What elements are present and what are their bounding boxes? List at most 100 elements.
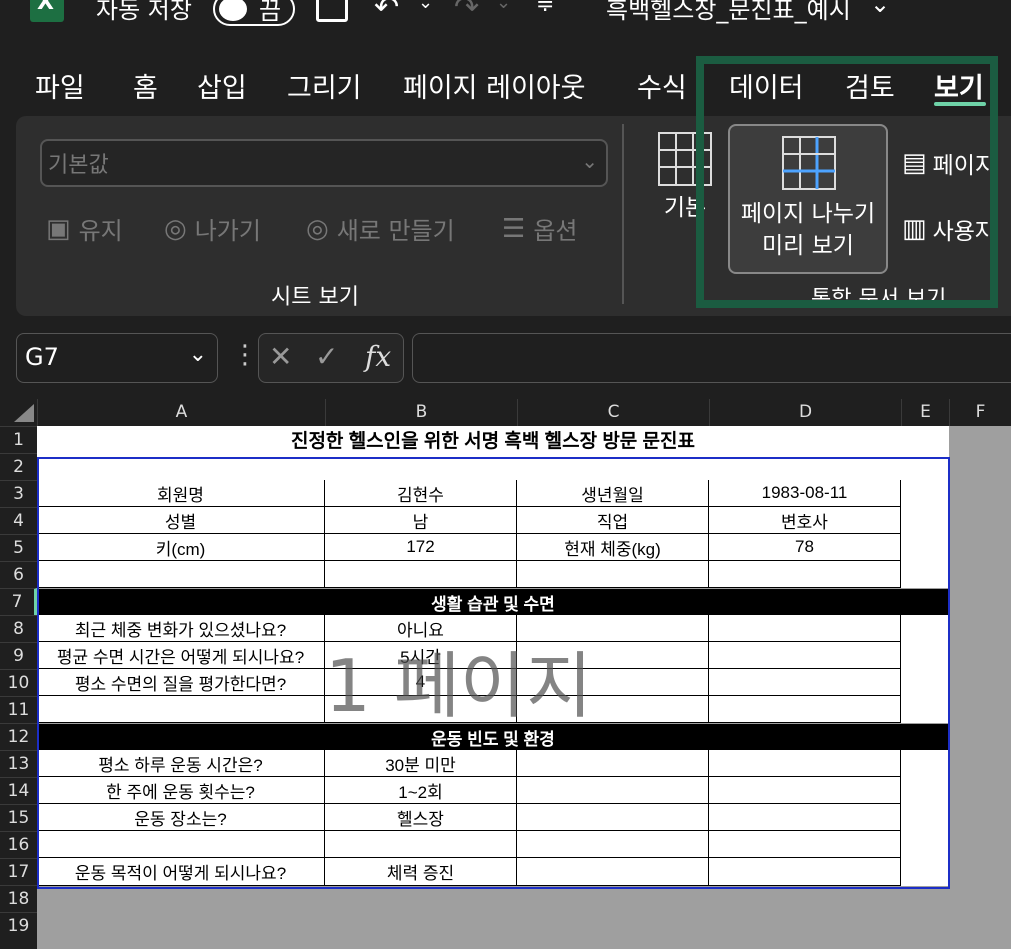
file-name[interactable]: 흑백헬스장_문진표_예시 [606,0,851,25]
cell-d6[interactable] [709,561,901,588]
cell-e16[interactable] [901,831,949,858]
row-header[interactable]: 4 [0,507,37,534]
cell-c3[interactable]: 생년월일 [517,480,709,507]
cell-e3[interactable] [901,480,949,507]
cell-e13[interactable] [901,750,949,777]
cell-e9[interactable] [901,642,949,669]
cell-c15[interactable] [517,804,709,831]
cell-a14[interactable]: 한 주에 운동 횟수는? [37,777,325,804]
row-header[interactable]: 17 [0,858,37,885]
row-header[interactable]: 8 [0,615,37,642]
cancel-icon[interactable]: ✕ [269,340,292,373]
confirm-icon[interactable]: ✓ [315,340,338,373]
cell-e4[interactable] [901,507,949,534]
cell-d4[interactable]: 변호사 [709,507,901,534]
save-icon[interactable] [316,0,348,22]
cell-e10[interactable] [901,669,949,696]
sheet-title[interactable]: 진정한 헬스인을 위한 서명 흑백 헬스장 방문 문진표 [37,426,949,453]
cell-b8[interactable]: 아니요 [325,615,517,642]
cell-a10[interactable]: 평소 수면의 질을 평가한다면? [37,669,325,696]
cell-a4[interactable]: 성별 [37,507,325,534]
cell-c17[interactable] [517,858,709,886]
row-header[interactable]: 12 [0,723,37,750]
column-header-d[interactable]: D [709,399,901,426]
cell-b10[interactable]: 4 [325,669,517,696]
row-header[interactable]: 13 [0,750,37,777]
cell-a5[interactable]: 키(cm) [37,534,325,561]
cell-c16[interactable] [517,831,709,858]
cell-e11[interactable] [901,696,949,723]
tab-home[interactable]: 홈 [133,66,158,105]
row-header[interactable]: 6 [0,561,37,588]
function-icon[interactable]: fx [365,340,391,373]
excel-logo-icon[interactable]: X [30,0,64,22]
name-box[interactable]: G7 ⌄ [16,333,218,383]
column-header-f[interactable]: F [949,399,1011,426]
tab-page-layout[interactable]: 페이지 레이아웃 [403,66,585,105]
cell-c5[interactable]: 현재 체중(kg) [517,534,709,561]
cell-e15[interactable] [901,804,949,831]
cell-b3[interactable]: 김현수 [325,480,517,507]
row-header[interactable]: 10 [0,669,37,696]
cell-e6[interactable] [901,561,949,588]
cell-b13[interactable]: 30분 미만 [325,750,517,777]
customize-toolbar-icon[interactable]: ≑ [536,0,554,17]
cell-d8[interactable] [709,615,901,642]
row-header[interactable]: 18 [0,885,37,912]
cell-d10[interactable] [709,669,901,696]
cell-d16[interactable] [709,831,901,858]
undo-dropdown-icon[interactable]: ⌄ [418,0,433,13]
section-header-lifestyle[interactable]: 생활 습관 및 수면 [37,589,949,615]
cell-b9[interactable]: 5시간 [325,642,517,669]
cell-c9[interactable] [517,642,709,669]
filename-chevron-icon[interactable]: ⌄ [870,0,890,18]
autosave-toggle[interactable]: 끔 [213,0,295,26]
cell-c10[interactable] [517,669,709,696]
row-header[interactable]: 15 [0,804,37,831]
row-header-selected[interactable]: 7 [0,588,37,615]
cell-c11[interactable] [517,696,709,723]
row-header[interactable]: 19 [0,912,37,939]
row-header[interactable]: 14 [0,777,37,804]
cell-b11[interactable] [325,696,517,723]
cell-b16[interactable] [325,831,517,858]
row-header[interactable]: 11 [0,696,37,723]
row-header[interactable]: 16 [0,831,37,858]
cell-e8[interactable] [901,615,949,642]
cell-b14[interactable]: 1~2회 [325,777,517,804]
tab-draw[interactable]: 그리기 [287,66,362,105]
cell-d5[interactable]: 78 [709,534,901,561]
row-header[interactable]: 3 [0,480,37,507]
cell-e14[interactable] [901,777,949,804]
cell-b4[interactable]: 남 [325,507,517,534]
cell-a15[interactable]: 운동 장소는? [37,804,325,831]
cell-d15[interactable] [709,804,901,831]
cell-a17[interactable]: 운동 목적이 어떻게 되시나요? [37,858,325,886]
cell-b17[interactable]: 체력 증진 [325,858,517,886]
cell-a16[interactable] [37,831,325,858]
section-header-exercise[interactable]: 운동 빈도 및 환경 [37,724,949,750]
tab-formulas[interactable]: 수식 [637,66,687,105]
chevron-down-icon[interactable]: ⌄ [189,342,207,367]
cell-d17[interactable] [709,858,901,886]
cell-a13[interactable]: 평소 하루 운동 시간은? [37,750,325,777]
row-header[interactable]: 1 [0,426,37,453]
cell-c14[interactable] [517,777,709,804]
cell-b15[interactable]: 헬스장 [325,804,517,831]
undo-icon[interactable]: ↶ [374,0,399,25]
cell-row2[interactable] [37,453,949,480]
cell-d14[interactable] [709,777,901,804]
row-header[interactable]: 9 [0,642,37,669]
column-header-e[interactable]: E [901,399,949,426]
column-header-b[interactable]: B [325,399,517,426]
cell-d9[interactable] [709,642,901,669]
row-header[interactable]: 5 [0,534,37,561]
cell-e17[interactable] [901,858,949,886]
cell-d3[interactable]: 1983-08-11 [709,480,901,507]
cell-a9[interactable]: 평균 수면 시간은 어떻게 되시나요? [37,642,325,669]
tab-file[interactable]: 파일 [35,66,85,105]
cell-d13[interactable] [709,750,901,777]
select-all-button[interactable] [0,399,37,426]
cell-a8[interactable]: 최근 체중 변화가 있으셨나요? [37,615,325,642]
cell-a6[interactable] [37,561,325,588]
